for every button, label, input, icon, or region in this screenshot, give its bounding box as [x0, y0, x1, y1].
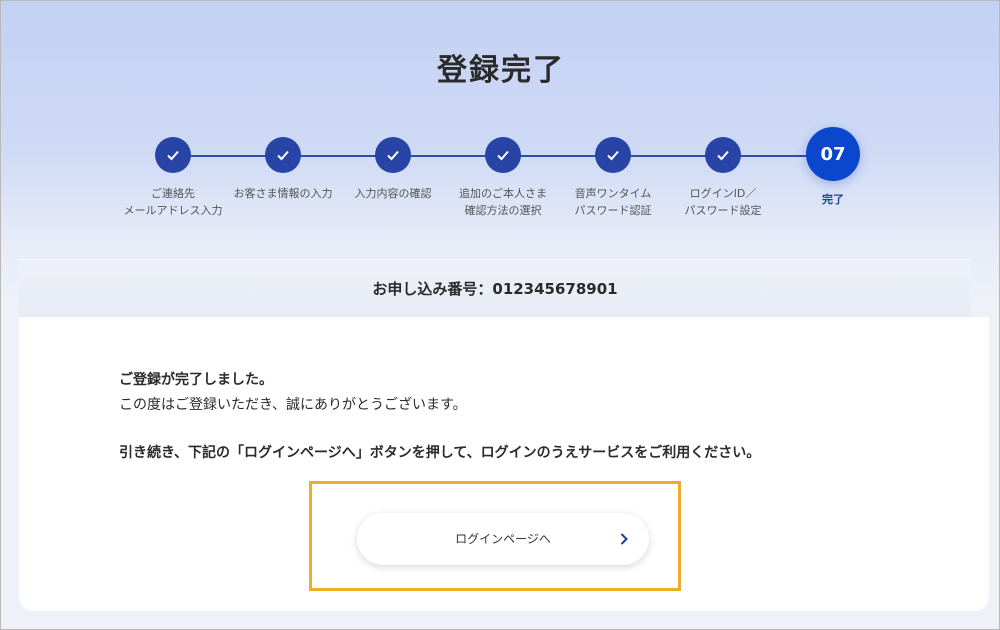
- step-5-check-icon: [595, 137, 631, 173]
- step-1-label: ご連絡先 メールアドレス入力: [123, 187, 223, 217]
- login-button-label: ログインページへ: [455, 532, 551, 546]
- step-7-label: 完了: [822, 193, 844, 206]
- step-6-check-icon: [705, 137, 741, 173]
- thanks-text: この度はご登録いただき、誠にありがとうございます。: [119, 397, 467, 413]
- step-1-check-icon: [155, 137, 191, 173]
- step-6-label: ログインID／ パスワード設定: [684, 187, 762, 217]
- step-5-label: 音声ワンタイム パスワード認証: [574, 187, 652, 217]
- step-7-number: 07: [806, 127, 860, 181]
- step-2-check-icon: [265, 137, 301, 173]
- step-3-label: 入力内容の確認: [354, 187, 432, 200]
- step-2-label: お客さま情報の入力: [233, 187, 333, 200]
- chevron-right-icon: [620, 533, 628, 545]
- page-title: 登録完了: [437, 53, 565, 88]
- step-4-check-icon: [485, 137, 521, 173]
- instruction-text: 引き続き、下記の「ログインページへ」ボタンを押して、ログインのうえサービスをご利…: [119, 445, 761, 461]
- application-number: お申し込み番号：012345678901: [19, 259, 971, 318]
- step-4-label: 追加のご本人さま 確認方法の選択: [459, 187, 547, 217]
- completion-heading: ご登録が完了しました。: [119, 372, 273, 388]
- page-frame: 登録完了 ご連絡先 メールアドレス入力 お客さま情報の入力 入力内容の確認 追加…: [0, 0, 1000, 630]
- login-page-button[interactable]: ログインページへ: [357, 513, 649, 565]
- step-3-check-icon: [375, 137, 411, 173]
- completion-card: ご登録が完了しました。 この度はご登録いただき、誠にありがとうございます。 引き…: [19, 317, 989, 611]
